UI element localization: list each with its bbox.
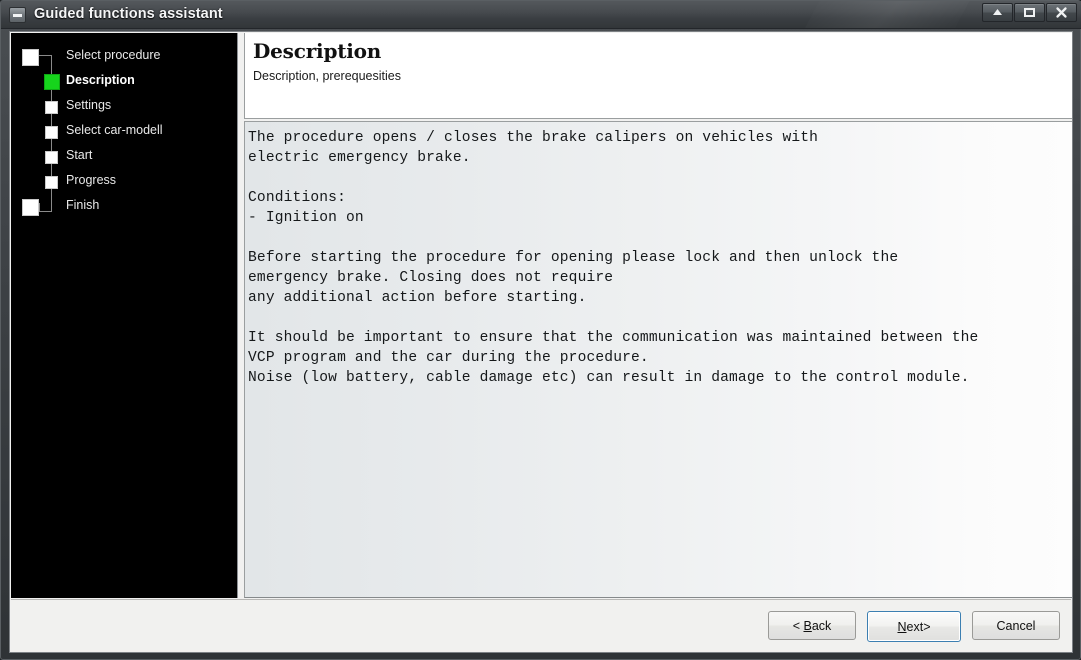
sidebar-item-label: Settings	[66, 98, 112, 112]
titlebar-sheen	[794, 1, 980, 29]
next-button-label: Next >	[897, 619, 931, 634]
back-accel-key: B	[803, 618, 812, 633]
minimize-button[interactable]	[982, 3, 1013, 22]
step-tree-sidebar: Select procedure Description Settings Se…	[11, 33, 238, 598]
dialog-button-row: < Back Next > Cancel	[768, 611, 1060, 642]
description-text-panel: The procedure opens / closes the brake c…	[244, 121, 1072, 598]
sidebar-item-select-procedure[interactable]: Select procedure	[11, 45, 237, 70]
step-node-icon	[45, 176, 58, 189]
back-button[interactable]: < Back	[768, 611, 856, 640]
step-node-icon	[45, 126, 58, 139]
page-subtitle: Description, prerequesities	[253, 69, 401, 83]
sidebar-item-label: Description	[66, 73, 135, 87]
page-header-panel: Description Description, prerequesities	[244, 33, 1072, 119]
sidebar-item-label: Start	[66, 148, 93, 162]
step-node-icon	[45, 151, 58, 164]
sidebar-item-settings[interactable]: Settings	[11, 95, 237, 120]
client-area: Select procedure Description Settings Se…	[9, 31, 1073, 653]
step-node-icon	[22, 199, 39, 216]
sidebar-item-progress[interactable]: Progress	[11, 170, 237, 195]
next-accel-key: N	[897, 619, 907, 634]
window-minimize-box-icon	[9, 7, 26, 23]
up-arrow-icon	[993, 9, 1002, 15]
sidebar-item-label: Finish	[66, 198, 100, 212]
description-text: The procedure opens / closes the brake c…	[248, 130, 979, 386]
title-bar: Guided functions assistant	[1, 1, 1081, 29]
content-column: Description Description, prerequesities …	[239, 33, 1072, 598]
restore-button[interactable]	[1014, 3, 1045, 22]
sidebar-item-finish[interactable]: Finish	[11, 195, 237, 220]
step-node-active-icon	[44, 74, 60, 90]
cancel-button-label: Cancel	[996, 618, 1036, 633]
sidebar-item-start[interactable]: Start	[11, 145, 237, 170]
step-node-icon	[22, 49, 39, 66]
page-title: Description	[253, 39, 382, 63]
cancel-button[interactable]: Cancel	[972, 611, 1060, 640]
close-button[interactable]	[1046, 3, 1077, 22]
sidebar-item-label: Select procedure	[66, 48, 161, 62]
sidebar-item-description[interactable]: Description	[11, 70, 237, 95]
dialog-window: Guided functions assistant Select proced…	[0, 0, 1081, 660]
window-title: Guided functions assistant	[34, 6, 223, 22]
restore-box-icon	[1024, 8, 1035, 17]
close-x-icon	[1056, 7, 1067, 18]
next-button[interactable]: Next >	[867, 611, 961, 642]
step-tree: Select procedure Description Settings Se…	[11, 33, 237, 598]
back-button-label: < Back	[792, 618, 832, 633]
dialog-footer: < Back Next > Cancel	[11, 599, 1071, 652]
sidebar-item-select-car-modell[interactable]: Select car-modell	[11, 120, 237, 145]
step-node-icon	[45, 101, 58, 114]
sidebar-item-label: Progress	[66, 173, 117, 187]
window-controls	[982, 3, 1077, 23]
sidebar-item-label: Select car-modell	[66, 123, 163, 137]
